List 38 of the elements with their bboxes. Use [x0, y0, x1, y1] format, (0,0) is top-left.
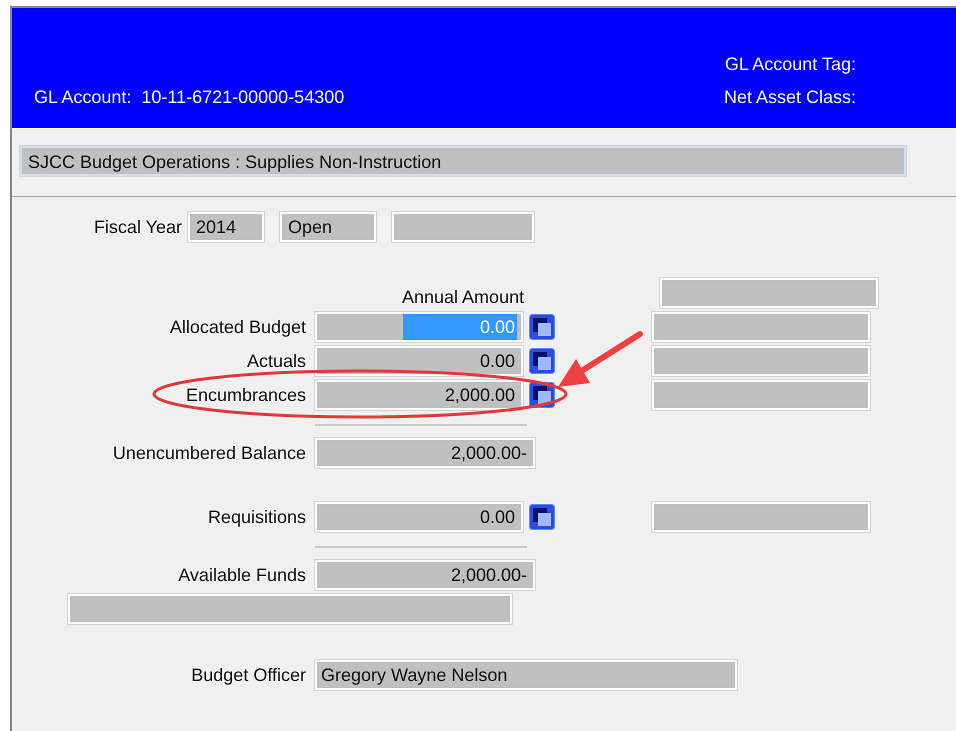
- fiscal-year-field[interactable]: 2014: [188, 212, 264, 242]
- amount-label: Encumbrances: [186, 384, 306, 404]
- budget-officer-field[interactable]: Gregory Wayne Nelson: [315, 660, 737, 690]
- amount-field[interactable]: 0.00: [315, 502, 523, 532]
- amount-value: 0.00: [478, 351, 516, 371]
- amount-label: Available Funds: [178, 564, 306, 584]
- amount-field[interactable]: 2,000.00-: [315, 438, 535, 468]
- status-field[interactable]: Open: [280, 212, 376, 242]
- amount-label: Unencumbered Balance: [112, 442, 306, 462]
- amount-label: Actuals: [246, 350, 306, 370]
- lookup-icon[interactable]: [529, 314, 555, 340]
- side-field[interactable]: [652, 346, 870, 376]
- budget-officer-label: Budget Officer: [191, 664, 306, 684]
- fiscal-year-label: Fiscal Year: [92, 216, 182, 238]
- account-tag-label: GL Account Tag:: [724, 54, 856, 75]
- side-field[interactable]: [652, 502, 870, 532]
- side-field[interactable]: [660, 278, 878, 308]
- account-number: 10-11-6721-00000-54300: [141, 87, 344, 108]
- amount-field[interactable]: 2,000.00-: [315, 560, 535, 590]
- lookup-icon[interactable]: [529, 348, 555, 374]
- amount-label: Requisitions: [208, 506, 306, 526]
- amount-value: 0.00: [478, 507, 516, 527]
- amount-value: 0.00: [403, 314, 517, 340]
- amount-value: 2,000.00-: [450, 443, 528, 463]
- description-field[interactable]: SJCC Budget Operations : Supplies Non-Instruction: [20, 146, 906, 176]
- amount-label: Allocated Budget: [170, 316, 306, 336]
- lookup-icon[interactable]: [529, 504, 555, 530]
- column-heading: Annual Amount: [402, 287, 526, 308]
- amount-field[interactable]: 0.00: [315, 346, 523, 376]
- amount-value: 2,000.00-: [450, 565, 528, 585]
- amount-value: 2,000.00: [444, 385, 516, 405]
- asset-class-label: Net Asset Class:: [724, 87, 856, 108]
- side-field[interactable]: [652, 380, 870, 410]
- amount-field[interactable]: 2,000.00: [315, 380, 523, 410]
- account-label: GL Account:: [34, 87, 132, 108]
- side-field[interactable]: [652, 312, 870, 342]
- blank-field[interactable]: [392, 212, 534, 242]
- note-field[interactable]: [68, 594, 512, 624]
